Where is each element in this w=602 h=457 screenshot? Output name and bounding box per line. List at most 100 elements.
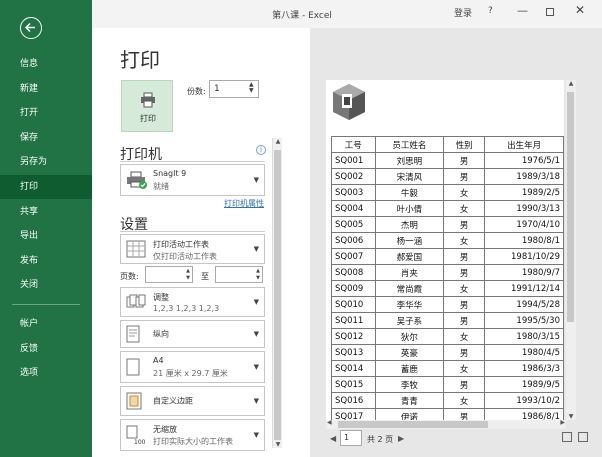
chevron-down-icon: ▼ [253, 245, 259, 253]
table-cell: 男 [443, 152, 486, 169]
table-cell: 男 [443, 264, 486, 281]
scroll-down-icon[interactable]: ▼ [273, 441, 283, 448]
table-cell: 1989/9/5 [484, 376, 564, 393]
table-cell: 1970/4/10 [484, 216, 564, 233]
sidebar-item-export[interactable]: 导出 [0, 224, 92, 248]
sidebar-item-save[interactable]: 保存 [0, 126, 92, 150]
scaling-dropdown[interactable]: 100 无缩放 打印实际大小的工作表 ▼ [120, 419, 265, 451]
sidebar-item-options[interactable]: 选项 [0, 361, 92, 385]
copies-stepper[interactable]: ▲ ▼ [249, 82, 254, 94]
printer-properties-link[interactable]: 打印机属性 [224, 198, 264, 209]
sidebar-item-publish[interactable]: 发布 [0, 249, 92, 273]
scroll-up-icon[interactable]: ▲ [273, 138, 283, 145]
backstage-sidebar: 信息 新建 打开 保存 另存为 打印 共享 导出 发布 关闭 帐户 反馈 选项 [0, 0, 92, 457]
table-cell: 1989/2/5 [484, 184, 564, 201]
table-cell: 叶小倩 [374, 200, 445, 217]
table-cell: SQ014 [331, 360, 376, 377]
scrollbar-thumb[interactable] [274, 150, 281, 440]
sheet-body: SQ001 刘思明男 1976/5/1 SQ002 宋清风男 1989/3/18 SQ003… [331, 152, 564, 420]
maximize-button[interactable] [546, 8, 554, 16]
scaling-title: 无缩放 [153, 425, 177, 434]
table-cell: 男 [443, 376, 486, 393]
print-scope-dropdown[interactable]: 打印活动工作表 仅打印活动工作表 ▼ [120, 234, 265, 264]
column-header: 工号 [331, 136, 376, 153]
minimize-button[interactable]: — [517, 4, 528, 17]
close-button[interactable]: ✕ [575, 3, 585, 17]
sidebar-divider [12, 304, 80, 305]
collate-dropdown[interactable]: 调整 1,2,3 1,2,3 1,2,3 ▼ [120, 287, 265, 317]
column-header: 性别 [443, 136, 486, 153]
scrollbar-thumb[interactable] [338, 421, 488, 428]
print-button[interactable]: 打印 [121, 80, 173, 132]
preview-horizontal-scrollbar[interactable]: ◀ ▶ [326, 419, 566, 429]
print-scope-subtitle: 仅打印活动工作表 [153, 252, 217, 261]
settings-divider [120, 231, 265, 232]
printer-icon [141, 92, 155, 108]
table-row: SQ006 杨一涵女 1980/8/1 [331, 232, 564, 249]
table-cell: SQ010 [331, 296, 376, 313]
table-cell: 男 [443, 248, 486, 265]
sidebar-item-close[interactable]: 关闭 [0, 273, 92, 297]
back-button[interactable] [20, 17, 42, 39]
table-cell: 1989/3/18 [484, 168, 564, 185]
login-link[interactable]: 登录 [454, 6, 472, 19]
orientation-dropdown[interactable]: 纵向 ▼ [120, 320, 265, 348]
sidebar-item-feedback[interactable]: 反馈 [0, 337, 92, 361]
scaling-subtitle: 打印实际大小的工作表 [153, 437, 233, 446]
previous-page-button[interactable]: ◀ [330, 434, 336, 443]
table-cell: SQ017 [331, 408, 376, 420]
sidebar-item-open[interactable]: 打开 [0, 101, 92, 125]
sidebar-item-account[interactable]: 帐户 [0, 312, 92, 336]
table-cell: SQ004 [331, 200, 376, 217]
next-page-button[interactable]: ▶ [398, 434, 404, 443]
table-cell: 男 [443, 344, 486, 361]
scroll-right-icon[interactable]: ▶ [560, 419, 565, 426]
scroll-left-icon[interactable]: ◀ [327, 419, 332, 426]
table-cell: 肖夹 [374, 264, 445, 281]
table-cell: 伊诺 [374, 408, 445, 420]
scrollbar-thumb[interactable] [567, 92, 574, 322]
table-row: SQ003 牛毅女 1989/2/5 [331, 184, 564, 201]
table-cell: 1991/12/14 [484, 280, 564, 297]
printer-name: SnagIt 9 [153, 169, 187, 178]
printer-dropdown[interactable]: SnagIt 9 就绪 ▼ [120, 164, 265, 196]
margins-dropdown[interactable]: 自定义边距 ▼ [120, 386, 265, 416]
page-to-stepper[interactable]: ▲ ▼ [256, 268, 260, 282]
table-row: SQ002 宋清风男 1989/3/18 [331, 168, 564, 185]
info-icon[interactable]: i [256, 145, 266, 155]
margins-icon [126, 392, 142, 410]
table-header-row: 工号 员工姓名 性别 出生年月 [331, 136, 564, 153]
sidebar-item-share[interactable]: 共享 [0, 200, 92, 224]
preview-vertical-scrollbar[interactable]: ▲ ▼ [566, 80, 576, 420]
help-button[interactable]: ? [488, 6, 493, 16]
printer-ready-icon [127, 171, 147, 189]
table-cell: 狄尔 [374, 328, 445, 345]
chevron-down-icon: ▼ [253, 176, 259, 184]
page-title: 打印 [120, 48, 160, 72]
window-title: 第八课 - Excel [272, 11, 332, 21]
table-row: SQ001 刘思明男 1976/5/1 [331, 152, 564, 169]
sidebar-item-new[interactable]: 新建 [0, 77, 92, 101]
table-cell: SQ005 [331, 216, 376, 233]
table-cell: 李华华 [374, 296, 445, 313]
sidebar-item-print[interactable]: 打印 [0, 175, 92, 199]
sidebar-item-info[interactable]: 信息 [0, 52, 92, 76]
table-cell: 女 [443, 360, 486, 377]
table-cell: 1976/5/1 [484, 152, 564, 169]
paper-size-dropdown[interactable]: A4 21 厘米 x 29.7 厘米 ▼ [120, 351, 265, 383]
table-cell: 英豪 [374, 344, 445, 361]
page-to-input[interactable]: ▲ ▼ [215, 266, 263, 283]
page-from-input[interactable]: ▲ ▼ [145, 266, 193, 283]
chevron-down-icon: ▼ [253, 431, 259, 439]
settings-scrollbar[interactable]: ▲ ▼ [272, 138, 282, 448]
show-margins-icon[interactable] [562, 432, 572, 442]
sidebar-item-save-as[interactable]: 另存为 [0, 150, 92, 174]
scroll-up-icon[interactable]: ▲ [566, 80, 576, 87]
scroll-down-icon[interactable]: ▼ [566, 413, 576, 420]
table-cell: 常尚霞 [374, 280, 445, 297]
current-page-input[interactable]: 1 [340, 430, 362, 446]
zoom-to-page-icon[interactable] [578, 432, 588, 442]
table-cell: 女 [443, 280, 486, 297]
table-cell: 男 [443, 312, 486, 329]
page-from-stepper[interactable]: ▲ ▼ [186, 268, 190, 282]
